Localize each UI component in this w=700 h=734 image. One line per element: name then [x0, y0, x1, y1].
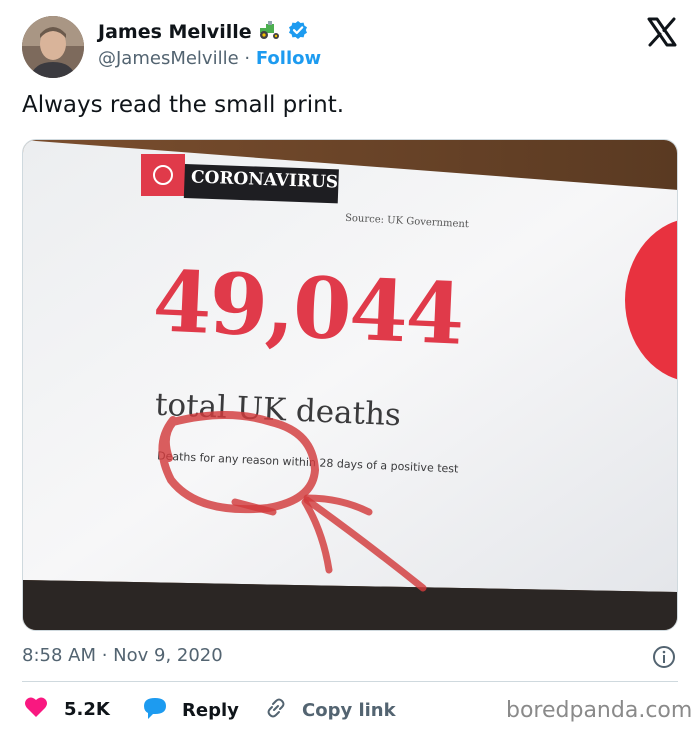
avatar[interactable] — [22, 16, 84, 78]
tweet-media-image[interactable]: CORONAVIRUS Source: UK Government 49,044… — [22, 139, 678, 631]
info-icon[interactable] — [652, 645, 676, 669]
author-name[interactable]: James Melville — [98, 21, 252, 43]
copy-link-button[interactable]: Copy link — [264, 696, 396, 725]
reply-label: Reply — [182, 700, 239, 721]
tweet-text: Always read the small print. — [22, 92, 345, 118]
x-logo-icon[interactable] — [646, 16, 678, 48]
follow-button[interactable]: Follow — [256, 48, 321, 69]
like-button[interactable]: 5.2K — [24, 696, 110, 723]
like-count: 5.2K — [64, 699, 110, 720]
author-handle[interactable]: @JamesMelville — [98, 48, 239, 69]
marker-annotation — [158, 411, 427, 592]
divider — [22, 681, 678, 682]
reply-bubble-icon — [142, 696, 168, 725]
author-name-row: James Melville — [98, 20, 308, 44]
tractor-icon — [258, 20, 282, 44]
link-icon — [264, 696, 288, 725]
tweet-timestamp[interactable]: 8:58 AM · Nov 9, 2020 — [22, 645, 223, 666]
copy-link-label: Copy link — [302, 700, 396, 721]
verified-icon — [288, 20, 308, 44]
handle-separator: · — [238, 48, 256, 69]
boredpanda-watermark: boredpanda.com — [506, 698, 693, 723]
heart-icon — [24, 696, 48, 723]
author-handle-row: @JamesMelville · Follow — [98, 48, 321, 69]
reply-button[interactable]: Reply — [142, 696, 239, 725]
